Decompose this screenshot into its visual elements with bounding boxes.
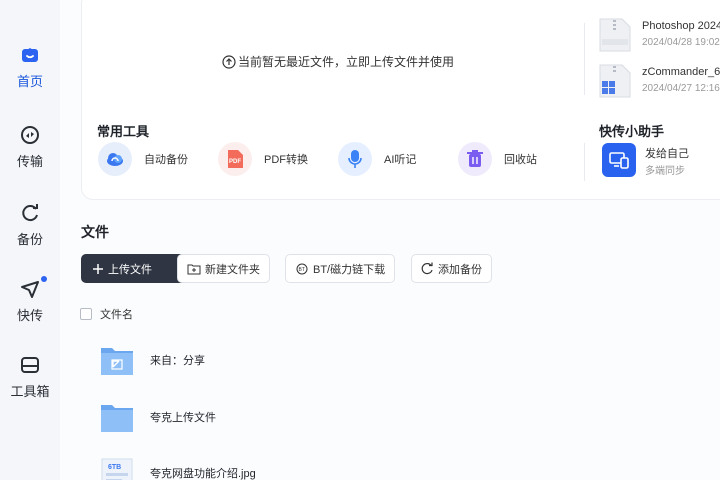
plus-icon	[93, 263, 103, 274]
tool-label: 自动备份	[144, 154, 188, 166]
backup-icon	[421, 262, 433, 275]
bt-icon: BT	[296, 263, 308, 274]
svg-text:BT: BT	[299, 267, 305, 273]
tool-pdf-convert[interactable]: PDF PDF转换	[218, 142, 308, 176]
archive-file-icon	[599, 18, 631, 52]
recent-file-item[interactable]: zCommander_6.3 2024/04/27 12:16	[598, 63, 720, 103]
file-row[interactable]: 夸克上传文件	[100, 397, 700, 437]
tool-label: AI听记	[384, 154, 417, 166]
microphone-icon	[338, 142, 372, 176]
tools-section-title: 常用工具	[97, 124, 150, 139]
add-backup-button[interactable]: 添加备份	[411, 254, 492, 283]
recent-file-time: 2024/04/27 12:16	[642, 83, 720, 94]
nav-quick-send[interactable]: 快传	[0, 276, 60, 338]
cloud-backup-icon	[98, 142, 132, 176]
svg-text:PDF: PDF	[229, 159, 241, 165]
recent-empty-text: 当前暂无最近文件，立即上传文件并使用	[238, 55, 455, 69]
button-label: 上传文件	[108, 263, 152, 276]
file-row[interactable]: 来自：分享	[100, 340, 700, 380]
nav-label: 首页	[16, 74, 43, 89]
trash-icon	[458, 142, 492, 176]
send-to-self-icon[interactable]	[602, 143, 636, 177]
file-row[interactable]: 6TB 夸克网盘功能介绍.jpg	[100, 453, 700, 480]
button-label: BT/磁力链下载	[313, 263, 386, 276]
send-icon	[21, 281, 39, 298]
sidebar: 首页 传输 备份 快传 工具箱	[0, 0, 60, 480]
new-folder-button[interactable]: 新建文件夹	[177, 254, 270, 283]
upload-circle-icon	[222, 54, 236, 69]
nav-toolbox[interactable]: 工具箱	[0, 354, 60, 414]
image-thumb-text: 6TB	[108, 464, 121, 471]
helper-section-title: 快传小助手	[599, 124, 665, 139]
recent-file-name: zCommander_6.3	[642, 66, 720, 78]
toolbox-icon	[21, 357, 39, 373]
nav-label: 备份	[16, 232, 43, 247]
nav-label: 工具箱	[10, 384, 50, 399]
recent-file-time: 2024/04/28 19:02	[642, 37, 720, 48]
tool-auto-backup[interactable]: 自动备份	[98, 142, 188, 176]
nav-label: 快传	[16, 308, 43, 323]
column-filename[interactable]: 文件名	[100, 306, 133, 322]
file-name: 夸克上传文件	[150, 412, 216, 424]
file-list-header: 文件名	[80, 306, 133, 322]
recent-file-name: Photoshop 2024	[642, 20, 720, 32]
overview-card: 当前暂无最近文件，立即上传文件并使用 Photoshop 2024 2024/0…	[81, 0, 720, 200]
helper-item-subtitle: 多端同步	[645, 166, 685, 177]
shared-folder-icon	[101, 348, 133, 375]
files-section-title: 文件	[81, 224, 109, 240]
tool-recycle-bin[interactable]: 回收站	[458, 142, 537, 176]
windows-installer-icon	[599, 64, 631, 98]
upload-file-button[interactable]: 上传文件	[81, 254, 190, 283]
nav-backup[interactable]: 备份	[0, 202, 60, 262]
file-name: 夸克网盘功能介绍.jpg	[150, 468, 256, 480]
divider	[584, 23, 585, 95]
new-folder-icon	[187, 264, 201, 274]
image-file-icon: 6TB	[101, 458, 133, 480]
recent-empty-state: 当前暂无最近文件，立即上传文件并使用	[222, 53, 454, 70]
nav-home[interactable]: 首页	[0, 44, 60, 104]
divider	[584, 143, 585, 181]
nav-label: 传输	[16, 154, 43, 169]
helper-item-title[interactable]: 发给自己	[645, 145, 689, 161]
select-all-checkbox[interactable]	[80, 308, 92, 320]
tool-ai-notes[interactable]: AI听记	[338, 142, 416, 176]
bt-magnet-download-button[interactable]: BT BT/磁力链下载	[285, 254, 396, 283]
transfer-icon	[21, 126, 39, 144]
file-name: 来自：分享	[150, 355, 205, 367]
tool-label: PDF转换	[264, 154, 308, 166]
recent-file-item[interactable]: Photoshop 2024 2024/04/28 19:02	[598, 17, 720, 57]
notification-dot	[41, 276, 47, 282]
nav-transfer[interactable]: 传输	[0, 124, 60, 184]
main-content: 当前暂无最近文件，立即上传文件并使用 Photoshop 2024 2024/0…	[60, 0, 720, 480]
folder-icon	[101, 405, 133, 432]
button-label: 新建文件夹	[205, 263, 260, 276]
home-icon	[22, 48, 38, 62]
tool-label: 回收站	[504, 154, 537, 166]
button-label: 添加备份	[438, 263, 482, 276]
backup-icon	[22, 204, 38, 222]
pdf-icon: PDF	[218, 142, 252, 176]
